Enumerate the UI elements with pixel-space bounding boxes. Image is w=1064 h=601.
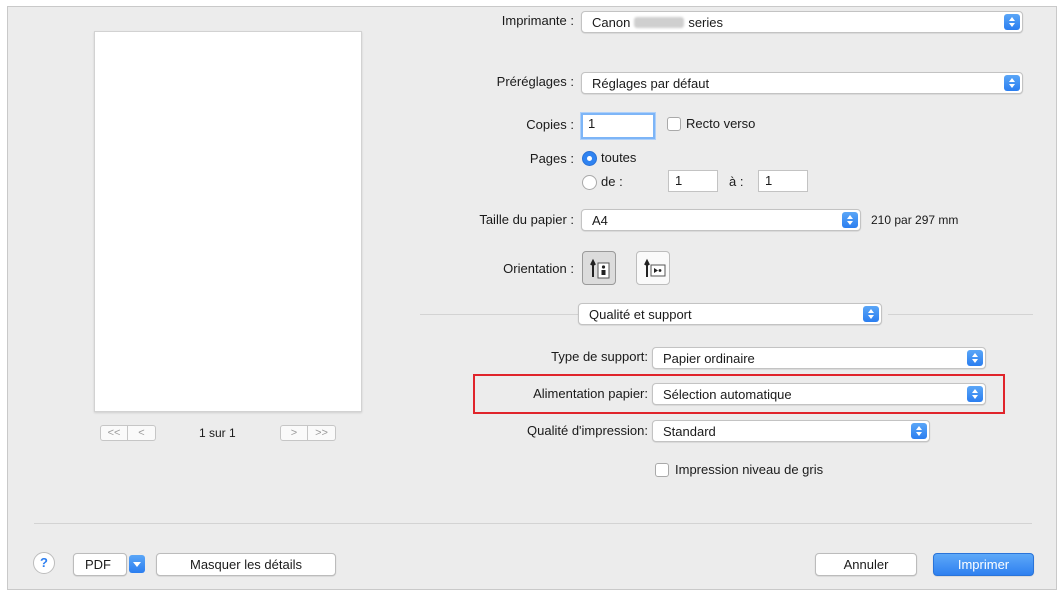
previous-page-button[interactable]: < [128, 425, 156, 441]
grayscale-checkbox[interactable] [655, 463, 669, 477]
portrait-button[interactable] [582, 251, 616, 285]
popup-arrows-icon [1004, 75, 1020, 91]
landscape-icon [644, 258, 666, 277]
print-dialog: << < 1 sur 1 > >> Imprimante : Canon seri… [7, 6, 1057, 590]
presets-select[interactable]: Réglages par défaut [581, 72, 1023, 94]
copies-input[interactable]: 1 [581, 113, 655, 139]
divider-left [420, 314, 578, 315]
printer-select[interactable]: Canon series [581, 11, 1023, 33]
paper-source-value: Sélection automatique [663, 387, 792, 402]
paper-dimensions: 210 par 297 mm [871, 213, 959, 227]
pdf-menu-arrow-icon[interactable] [129, 555, 145, 573]
first-page-button[interactable]: << [100, 425, 128, 441]
pages-to-input[interactable]: 1 [758, 170, 808, 192]
footer-divider [34, 523, 1032, 524]
page-preview [94, 31, 362, 412]
help-button[interactable]: ? [33, 552, 55, 574]
hide-details-button[interactable]: Masquer les détails [156, 553, 336, 576]
paper-size-label: Taille du papier : [479, 212, 574, 227]
presets-label: Préréglages : [496, 74, 574, 89]
popup-arrows-icon [911, 423, 927, 439]
pages-from-input[interactable]: 1 [668, 170, 718, 192]
grayscale-label: Impression niveau de gris [675, 462, 824, 477]
print-quality-value: Standard [663, 424, 716, 439]
media-type-value: Papier ordinaire [663, 351, 755, 366]
presets-value: Réglages par défaut [592, 76, 710, 91]
print-quality-select[interactable]: Standard [652, 420, 930, 442]
pages-to-label: à : [729, 174, 744, 189]
popup-arrows-icon [863, 306, 879, 322]
pager-forward-group: > >> [280, 425, 336, 441]
orientation-label: Orientation : [503, 261, 574, 276]
paper-source-label: Alimentation papier: [533, 386, 648, 401]
cancel-button[interactable]: Annuler [815, 553, 917, 576]
next-page-button[interactable]: > [280, 425, 308, 441]
printer-value: Canon series [592, 15, 723, 30]
popup-arrows-icon [842, 212, 858, 228]
pages-range-radio[interactable] [582, 175, 597, 190]
media-type-select[interactable]: Papier ordinaire [652, 347, 986, 369]
pages-from-label: de : [601, 174, 623, 189]
redacted-model [634, 17, 685, 28]
paper-size-value: A4 [592, 213, 608, 228]
pdf-button[interactable]: PDF [73, 553, 127, 576]
pager-back-group: << < [100, 425, 156, 441]
print-button[interactable]: Imprimer [933, 553, 1034, 576]
pages-all-label: toutes [601, 150, 637, 165]
popup-arrows-icon [1004, 14, 1020, 30]
duplex-label: Recto verso [686, 116, 756, 131]
last-page-button[interactable]: >> [308, 425, 336, 441]
media-type-label: Type de support: [551, 349, 648, 364]
duplex-checkbox[interactable] [667, 117, 681, 131]
paper-size-select[interactable]: A4 [581, 209, 861, 231]
print-quality-label: Qualité d'impression: [527, 423, 648, 438]
page-count-label: 1 sur 1 [199, 426, 236, 440]
copies-label: Copies : [526, 117, 574, 132]
portrait-icon [590, 258, 610, 279]
section-select[interactable]: Qualité et support [578, 303, 882, 325]
paper-source-select[interactable]: Sélection automatique [652, 383, 986, 405]
landscape-button[interactable] [636, 251, 670, 285]
pages-label: Pages : [529, 151, 574, 166]
popup-arrows-icon [967, 386, 983, 402]
section-value: Qualité et support [589, 307, 692, 322]
divider-right [888, 314, 1033, 315]
pages-all-radio[interactable] [582, 151, 597, 166]
printer-label: Imprimante : [501, 13, 574, 28]
popup-arrows-icon [967, 350, 983, 366]
